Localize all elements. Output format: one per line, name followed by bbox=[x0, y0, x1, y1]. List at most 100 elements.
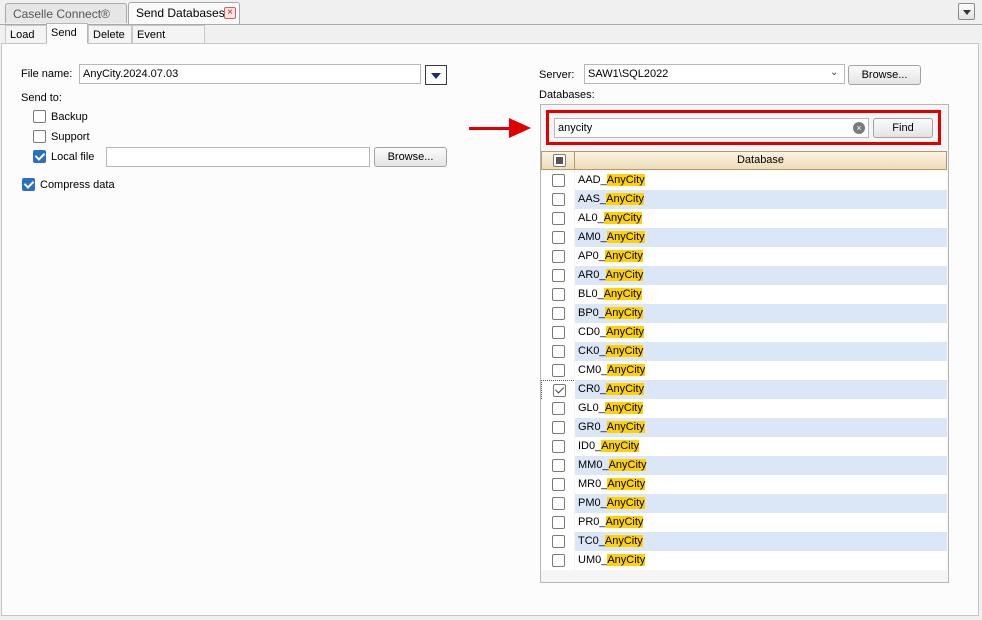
row-checkbox[interactable] bbox=[552, 212, 565, 225]
database-name[interactable]: TC0_AnyCity bbox=[575, 532, 947, 551]
table-row[interactable]: MM0_AnyCity bbox=[541, 456, 947, 475]
database-name[interactable]: GL0_AnyCity bbox=[575, 399, 947, 418]
row-checkbox[interactable] bbox=[552, 516, 565, 529]
table-row[interactable]: CD0_AnyCity bbox=[541, 323, 947, 342]
support-label: Support bbox=[51, 131, 90, 143]
database-name[interactable]: AAS_AnyCity bbox=[575, 190, 947, 209]
row-checkbox[interactable] bbox=[552, 554, 565, 567]
row-checkbox[interactable] bbox=[552, 231, 565, 244]
database-name[interactable]: MM0_AnyCity bbox=[575, 456, 947, 475]
file-name-field[interactable]: AnyCity.2024.07.03 bbox=[79, 64, 421, 84]
compress-data-checkbox[interactable] bbox=[22, 178, 35, 191]
table-row[interactable]: ID0_AnyCity bbox=[541, 437, 947, 456]
close-tab-icon[interactable]: × bbox=[224, 7, 236, 19]
database-name[interactable]: CR0_AnyCity bbox=[575, 380, 947, 399]
support-checkbox[interactable] bbox=[33, 130, 46, 143]
database-column-header[interactable]: Database bbox=[575, 152, 946, 169]
server-value: SAW1\SQL2022 bbox=[588, 68, 669, 80]
row-checkbox[interactable] bbox=[552, 326, 565, 339]
table-row[interactable]: BL0_AnyCity bbox=[541, 285, 947, 304]
row-checkbox[interactable] bbox=[552, 269, 565, 282]
table-row[interactable]: AP0_AnyCity bbox=[541, 247, 947, 266]
row-checkbox-cell bbox=[541, 266, 574, 285]
local-file-checkbox[interactable] bbox=[33, 150, 46, 163]
row-checkbox-cell bbox=[541, 437, 574, 456]
row-checkbox[interactable] bbox=[553, 384, 566, 397]
database-name[interactable]: UM0_AnyCity bbox=[575, 551, 947, 570]
server-browse-button[interactable]: Browse... bbox=[848, 65, 921, 85]
database-prefix: BL0_ bbox=[578, 288, 604, 300]
server-label: Server: bbox=[539, 69, 575, 81]
row-checkbox-cell bbox=[541, 380, 576, 401]
table-row[interactable]: CM0_AnyCity bbox=[541, 361, 947, 380]
tab-event-viewer[interactable]: Event Viewer bbox=[132, 25, 205, 59]
tab-send[interactable]: Send bbox=[46, 23, 88, 44]
row-checkbox[interactable] bbox=[552, 250, 565, 263]
database-name[interactable]: AM0_AnyCity bbox=[575, 228, 947, 247]
row-checkbox[interactable] bbox=[552, 307, 565, 320]
table-row[interactable]: UM0_AnyCity bbox=[541, 551, 947, 570]
tab-caselle-connect[interactable]: Caselle Connect® bbox=[5, 3, 127, 23]
table-row[interactable]: AL0_AnyCity bbox=[541, 209, 947, 228]
database-name[interactable]: PM0_AnyCity bbox=[575, 494, 947, 513]
server-select[interactable]: SAW1\SQL2022 ⌄ bbox=[584, 64, 845, 84]
database-name[interactable]: BL0_AnyCity bbox=[575, 285, 947, 304]
row-checkbox[interactable] bbox=[552, 345, 565, 358]
table-row[interactable]: PM0_AnyCity bbox=[541, 494, 947, 513]
tab-label: Caselle Connect® bbox=[13, 7, 110, 21]
table-row[interactable]: AR0_AnyCity bbox=[541, 266, 947, 285]
table-row[interactable]: BP0_AnyCity bbox=[541, 304, 947, 323]
tab-delete[interactable]: Delete bbox=[88, 25, 132, 43]
table-row[interactable]: AAD_AnyCity bbox=[541, 171, 947, 190]
backup-checkbox[interactable] bbox=[33, 110, 46, 123]
row-checkbox-cell bbox=[541, 475, 574, 494]
database-name[interactable]: MR0_AnyCity bbox=[575, 475, 947, 494]
table-row[interactable]: GR0_AnyCity bbox=[541, 418, 947, 437]
search-match-highlight: AnyCity bbox=[607, 364, 646, 376]
row-checkbox[interactable] bbox=[552, 440, 565, 453]
search-match-highlight: AnyCity bbox=[604, 535, 643, 547]
table-row[interactable]: AAS_AnyCity bbox=[541, 190, 947, 209]
row-checkbox-cell bbox=[541, 247, 574, 266]
tab-send-databases[interactable]: Send Databases × bbox=[128, 2, 240, 24]
database-name[interactable]: BP0_AnyCity bbox=[575, 304, 947, 323]
local-file-browse-button[interactable]: Browse... bbox=[374, 147, 447, 167]
table-row[interactable]: GL0_AnyCity bbox=[541, 399, 947, 418]
row-checkbox[interactable] bbox=[552, 459, 565, 472]
row-checkbox[interactable] bbox=[552, 193, 565, 206]
search-match-highlight: AnyCity bbox=[605, 516, 644, 528]
database-prefix: GR0_ bbox=[578, 421, 607, 433]
row-checkbox[interactable] bbox=[552, 421, 565, 434]
database-name[interactable]: AP0_AnyCity bbox=[575, 247, 947, 266]
database-name[interactable]: CK0_AnyCity bbox=[575, 342, 947, 361]
row-checkbox-cell bbox=[541, 304, 574, 323]
database-name[interactable]: ID0_AnyCity bbox=[575, 437, 947, 456]
row-checkbox[interactable] bbox=[552, 535, 565, 548]
table-row[interactable]: AM0_AnyCity bbox=[541, 228, 947, 247]
tab-menu-dropdown-icon[interactable] bbox=[958, 3, 975, 20]
database-name[interactable]: CD0_AnyCity bbox=[575, 323, 947, 342]
database-name[interactable]: PR0_AnyCity bbox=[575, 513, 947, 532]
row-checkbox[interactable] bbox=[552, 288, 565, 301]
row-checkbox[interactable] bbox=[552, 497, 565, 510]
table-row[interactable]: CK0_AnyCity bbox=[541, 342, 947, 361]
search-match-highlight: AnyCity bbox=[606, 193, 645, 205]
database-name[interactable]: AL0_AnyCity bbox=[575, 209, 947, 228]
database-name[interactable]: CM0_AnyCity bbox=[575, 361, 947, 380]
table-row[interactable]: MR0_AnyCity bbox=[541, 475, 947, 494]
select-all-checkbox[interactable] bbox=[553, 154, 566, 167]
local-file-path-field[interactable] bbox=[106, 147, 370, 167]
table-row[interactable]: CR0_AnyCity bbox=[541, 380, 947, 401]
file-name-dropdown-icon[interactable] bbox=[425, 65, 447, 85]
row-checkbox-cell bbox=[541, 418, 574, 437]
database-name[interactable]: GR0_AnyCity bbox=[575, 418, 947, 437]
table-row[interactable]: TC0_AnyCity bbox=[541, 532, 947, 551]
tab-load[interactable]: Load bbox=[5, 25, 47, 43]
database-name[interactable]: AAD_AnyCity bbox=[575, 171, 947, 190]
row-checkbox[interactable] bbox=[552, 364, 565, 377]
row-checkbox[interactable] bbox=[552, 174, 565, 187]
row-checkbox[interactable] bbox=[552, 478, 565, 491]
row-checkbox[interactable] bbox=[552, 402, 565, 415]
table-row[interactable]: PR0_AnyCity bbox=[541, 513, 947, 532]
database-name[interactable]: AR0_AnyCity bbox=[575, 266, 947, 285]
